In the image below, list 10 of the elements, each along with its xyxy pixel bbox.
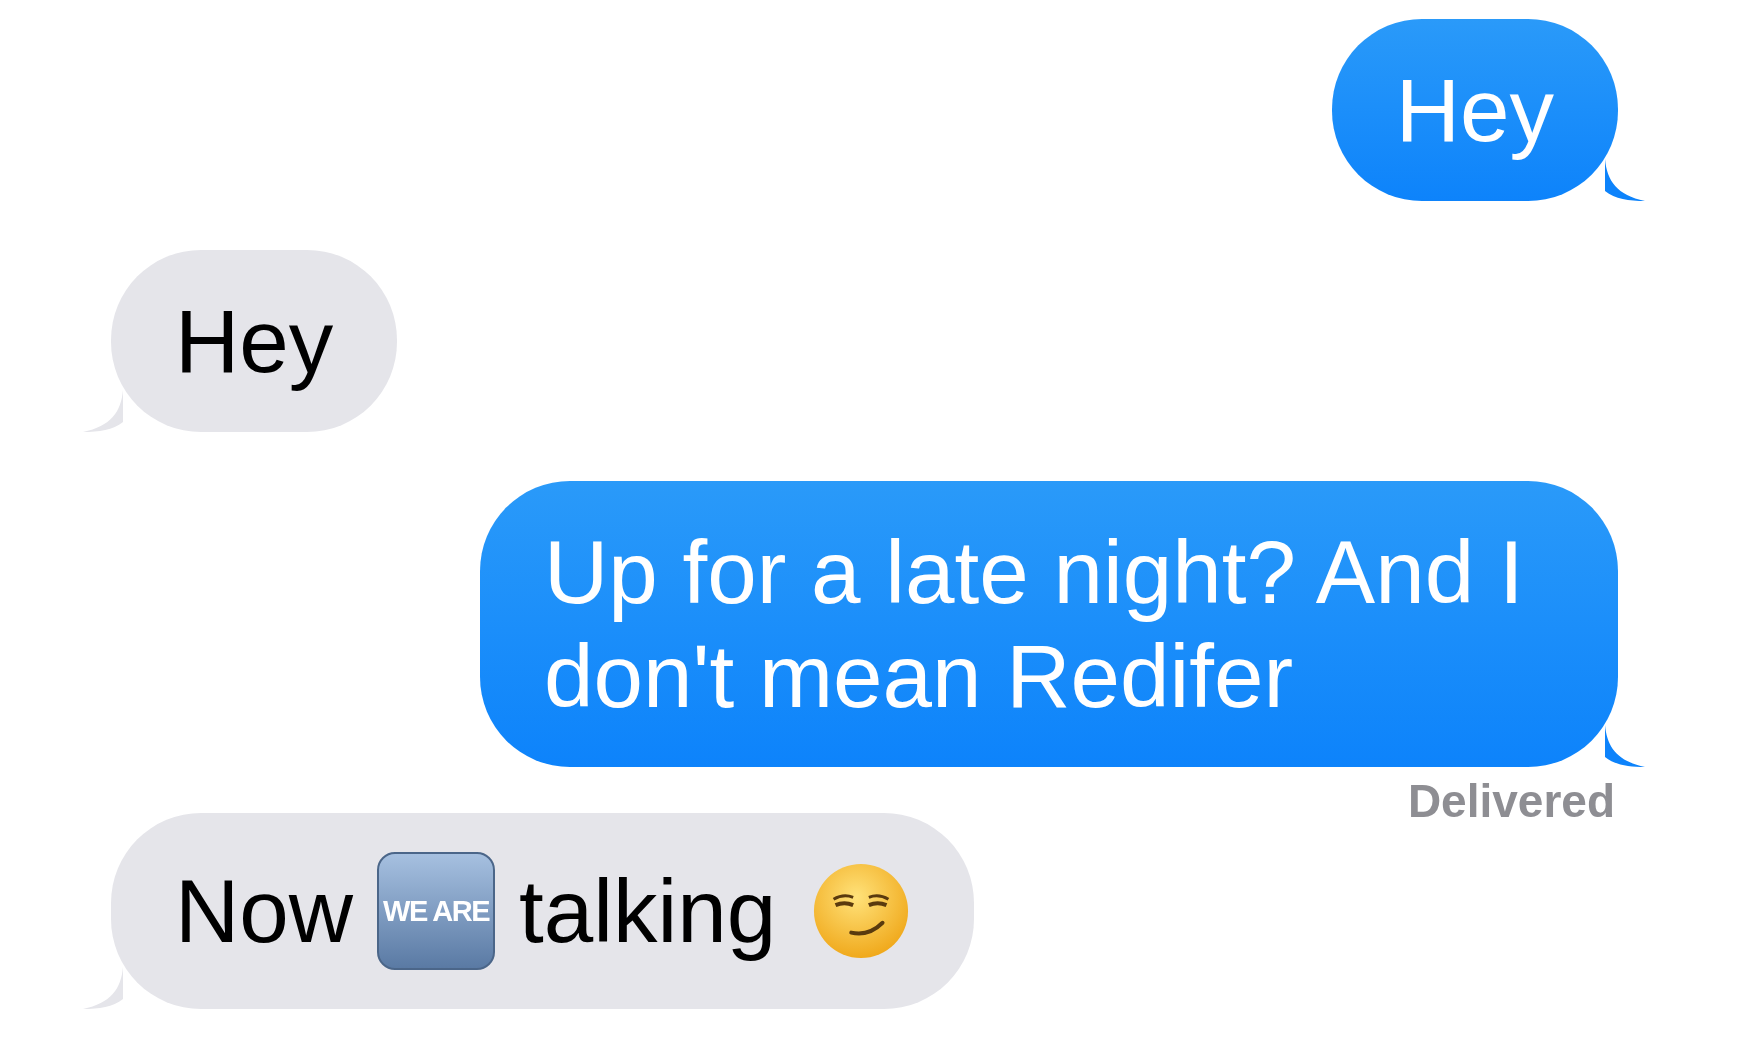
bubble-tail bbox=[83, 390, 123, 432]
bubble-tail bbox=[83, 967, 123, 1009]
message-text: Up for a late night? And I don't mean Redifer bbox=[544, 522, 1524, 726]
message-text: Hey bbox=[1395, 60, 1554, 160]
message-text: Hey bbox=[175, 290, 334, 393]
smiling-face-icon bbox=[812, 862, 911, 960]
sticker: WE ARE bbox=[377, 852, 496, 970]
delivery-status: Delivered bbox=[1407, 781, 1615, 821]
message-text: talking bbox=[519, 860, 777, 963]
message-text: Now bbox=[175, 860, 354, 963]
